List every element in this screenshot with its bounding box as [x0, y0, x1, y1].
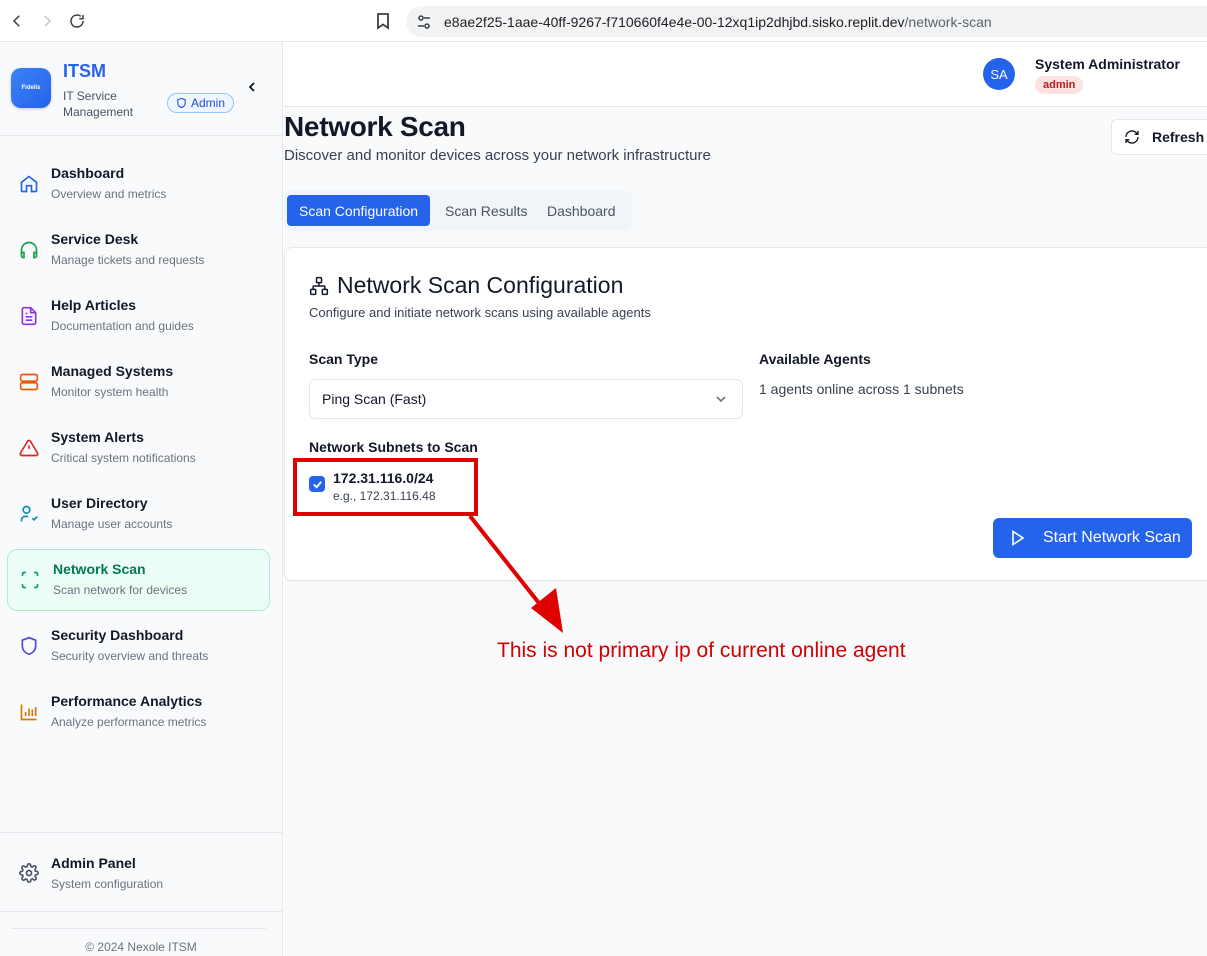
admin-badge: Admin — [167, 93, 235, 113]
divider — [12, 928, 266, 929]
shield-icon — [177, 97, 186, 109]
brand-header: Fidelis ITSM IT Service Management Admin — [0, 42, 282, 136]
url-host: e8ae2f25-1aae-40ff-9267-f710660f4e4e-00-… — [444, 13, 905, 30]
sidebar-item-title: System Alerts — [51, 429, 144, 445]
main-content: Network Scan Discover and monitor device… — [284, 107, 1207, 956]
headphones-icon — [19, 240, 39, 260]
sidebar-item-subtitle: Manage user accounts — [51, 517, 173, 531]
annotation-highlight-box — [293, 458, 478, 516]
sidebar-item-subtitle: Security overview and threats — [51, 649, 209, 663]
sidebar-item-user-directory[interactable]: User Directory Manage user accounts — [7, 484, 270, 546]
admin-panel-subtitle: System configuration — [51, 877, 164, 891]
scan-type-select[interactable]: Ping Scan (Fast) — [309, 379, 743, 419]
sidebar-item-network-scan[interactable]: Network Scan Scan network for devices — [7, 549, 270, 611]
collapse-sidebar-button[interactable] — [244, 79, 260, 95]
annotation-text: This is not primary ip of current online… — [497, 639, 906, 662]
top-header: SA System Administrator admin — [284, 42, 1207, 107]
scan-configuration-card: Network Scan Configuration Configure and… — [284, 247, 1207, 581]
start-scan-label: Start Network Scan — [1043, 529, 1181, 546]
tab-dashboard[interactable]: Dashboard — [535, 195, 628, 226]
scan-type-label: Scan Type — [309, 351, 378, 367]
sidebar-item-title: Managed Systems — [51, 363, 174, 379]
forward-button[interactable] — [36, 10, 58, 32]
sidebar-item-title: Security Dashboard — [51, 627, 184, 643]
bookmark-icon[interactable] — [372, 10, 394, 32]
url-path: /network-scan — [904, 13, 992, 30]
sidebar-item-title: Help Articles — [51, 297, 137, 313]
sidebar-item-subtitle: Documentation and guides — [51, 319, 194, 333]
alert-triangle-icon — [19, 438, 39, 458]
avatar[interactable]: SA — [983, 58, 1015, 90]
file-text-icon — [19, 306, 39, 326]
page-subtitle: Discover and monitor devices across your… — [284, 147, 711, 164]
sidebar-item-title: User Directory — [51, 495, 148, 511]
tab-scan-configuration[interactable]: Scan Configuration — [287, 195, 431, 226]
avatar-initials: SA — [990, 66, 1008, 82]
tab-scan-results[interactable]: Scan Results — [433, 195, 539, 226]
bar-chart-icon — [19, 702, 39, 722]
scan-type-value: Ping Scan (Fast) — [322, 391, 427, 407]
address-bar[interactable]: e8ae2f25-1aae-40ff-9267-f710660f4e4e-00-… — [406, 6, 1207, 37]
chevron-left-icon — [248, 82, 255, 92]
brand-subtitle: IT Service Management — [63, 89, 134, 119]
app-logo: Fidelis — [11, 68, 51, 108]
sidebar-item-managed-systems[interactable]: Managed Systems Monitor system health — [7, 352, 270, 414]
available-agents-label: Available Agents — [759, 351, 871, 367]
sidebar-item-system-alerts[interactable]: System Alerts Critical system notificati… — [7, 418, 270, 480]
sidebar-item-title: Service Desk — [51, 231, 139, 247]
refresh-button[interactable]: Refresh — [1111, 119, 1207, 155]
scan-icon — [20, 570, 40, 590]
home-icon — [19, 174, 39, 194]
available-agents-text: 1 agents online across 1 subnets — [759, 381, 964, 397]
brand-title: ITSM — [63, 61, 106, 81]
role-badge: admin — [1035, 76, 1084, 94]
sidebar-item-admin-panel[interactable]: Admin Panel System configuration — [0, 832, 282, 912]
sidebar-item-subtitle: Scan network for devices — [53, 583, 188, 597]
shield-icon — [19, 636, 39, 656]
tab-list: Scan Configuration Scan Results Dashboar… — [284, 191, 632, 231]
sidebar-item-title: Network Scan — [53, 561, 146, 577]
admin-badge-label: Admin — [191, 96, 226, 110]
sidebar-item-title: Performance Analytics — [51, 693, 203, 709]
sidebar-item-subtitle: Manage tickets and requests — [51, 253, 205, 267]
sidebar: Fidelis ITSM IT Service Management Admin… — [0, 42, 283, 956]
play-icon — [1012, 530, 1025, 546]
sidebar-item-service-desk[interactable]: Service Desk Manage tickets and requests — [7, 220, 270, 282]
sidebar-item-subtitle: Monitor system health — [51, 385, 169, 399]
reload-button[interactable] — [66, 10, 88, 32]
sidebar-item-subtitle: Critical system notifications — [51, 451, 196, 465]
refresh-label: Refresh — [1152, 129, 1205, 145]
browser-toolbar: e8ae2f25-1aae-40ff-9267-f710660f4e4e-00-… — [0, 0, 1207, 42]
sidebar-item-dashboard[interactable]: Dashboard Overview and metrics — [7, 154, 270, 216]
back-button[interactable] — [6, 10, 28, 32]
card-title: Network Scan Configuration — [337, 272, 624, 298]
sidebar-item-performance-analytics[interactable]: Performance Analytics Analyze performanc… — [7, 682, 270, 744]
sidebar-item-title: Dashboard — [51, 165, 125, 181]
sidebar-item-subtitle: Overview and metrics — [51, 187, 167, 201]
logo-text: Fidelis — [21, 85, 41, 91]
gear-icon — [19, 863, 39, 883]
subnets-label: Network Subnets to Scan — [309, 439, 478, 455]
user-name: System Administrator — [1035, 56, 1180, 72]
card-subtitle: Configure and initiate network scans usi… — [309, 305, 651, 320]
user-check-icon — [19, 504, 39, 524]
sidebar-item-security-dashboard[interactable]: Security Dashboard Security overview and… — [7, 616, 270, 678]
sidebar-item-subtitle: Analyze performance metrics — [51, 715, 207, 729]
page-title: Network Scan — [284, 111, 466, 142]
sidebar-item-help-articles[interactable]: Help Articles Documentation and guides — [7, 286, 270, 348]
refresh-icon — [1125, 130, 1139, 144]
server-icon — [19, 372, 39, 392]
chevron-down-icon — [716, 396, 726, 403]
start-network-scan-button[interactable]: Start Network Scan — [993, 518, 1192, 558]
site-settings-icon[interactable] — [414, 12, 434, 32]
admin-panel-title: Admin Panel — [51, 855, 136, 871]
network-icon — [309, 276, 329, 296]
copyright: © 2024 Nexole ITSM — [85, 940, 197, 954]
